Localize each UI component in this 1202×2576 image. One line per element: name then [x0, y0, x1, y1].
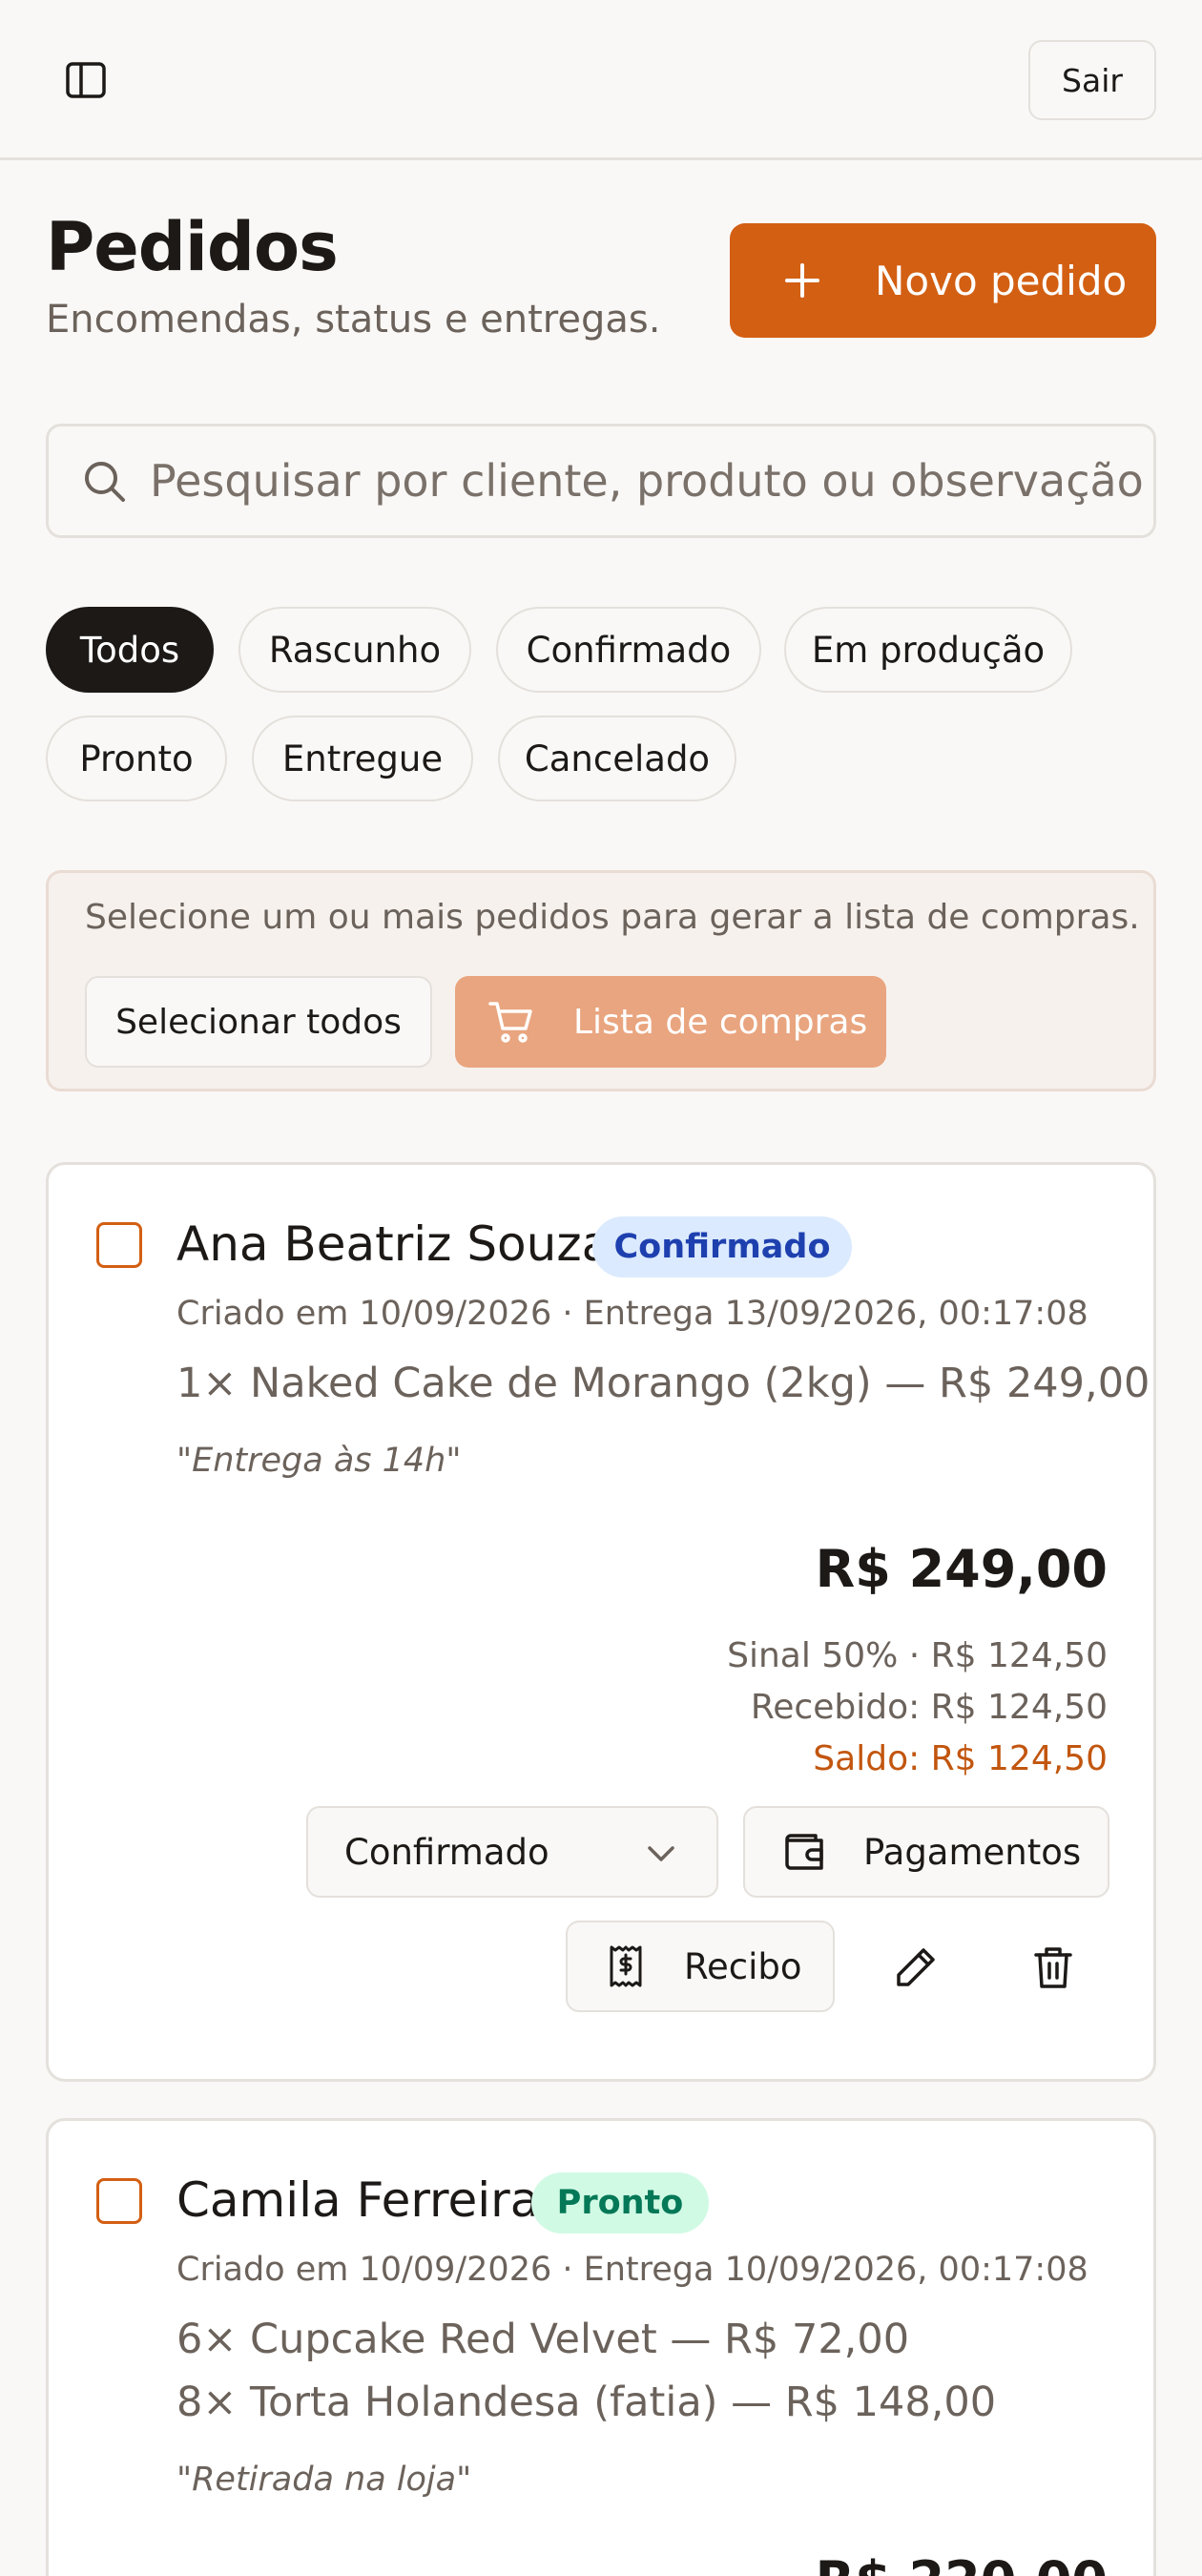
status-select[interactable]: Confirmado	[306, 1806, 718, 1898]
order-select-checkbox[interactable]	[96, 2178, 142, 2224]
pencil-icon	[897, 1948, 935, 1986]
receipt-label: Recibo	[684, 1945, 802, 1987]
filter-chip-pronto[interactable]: Pronto	[46, 716, 227, 801]
receipt-button[interactable]: Recibo	[566, 1921, 835, 2012]
payments-button[interactable]: Pagamentos	[743, 1806, 1109, 1898]
sidebar-toggle-button[interactable]	[55, 52, 116, 109]
payments-label: Pagamentos	[863, 1831, 1082, 1873]
edit-button[interactable]	[882, 1934, 949, 2001]
order-meta: Criado em 10/09/2026 · Entrega 13/09/202…	[176, 1295, 1088, 1333]
new-order-label: Novo pedido	[875, 257, 1128, 304]
shopping-cart-icon	[488, 1002, 532, 1043]
wallet-icon	[785, 1834, 823, 1870]
receipt-icon	[610, 1945, 642, 1987]
order-card: Ana Beatriz Souza Confirmado Criado em 1…	[46, 1162, 1156, 2082]
order-note: "Retirada na loja"	[176, 2461, 472, 2499]
order-item: 1× Naked Cake de Morango (2kg) — R$ 249,…	[176, 1360, 1150, 1407]
select-all-button[interactable]: Selecionar todos	[85, 976, 432, 1068]
search-box	[46, 424, 1156, 538]
filter-chip-em-producao[interactable]: Em produção	[784, 607, 1072, 693]
filter-chip-entregue[interactable]: Entregue	[252, 716, 473, 801]
order-note: "Entrega às 14h"	[176, 1442, 462, 1480]
filter-chip-todos[interactable]: Todos	[46, 607, 214, 693]
order-total: R$ 249,00	[815, 1539, 1108, 1599]
filter-chip-confirmado[interactable]: Confirmado	[496, 607, 761, 693]
status-badge: Pronto	[531, 2172, 709, 2233]
logout-button[interactable]: Sair	[1028, 40, 1156, 120]
chevron-down-icon	[648, 1846, 674, 1861]
filter-chip-rascunho[interactable]: Rascunho	[238, 607, 471, 693]
status-badge: Confirmado	[592, 1216, 852, 1278]
page-subtitle: Encomendas, status e entregas.	[46, 298, 661, 342]
search-icon	[85, 462, 125, 502]
customer-name: Ana Beatriz Souza	[176, 1216, 611, 1272]
shopping-list-panel: Selecione um ou mais pedidos para gerar …	[46, 870, 1156, 1091]
plus-icon	[783, 261, 821, 300]
order-meta: Criado em 10/09/2026 · Entrega 10/09/202…	[176, 2251, 1088, 2289]
order-card: Camila Ferreira Pronto Criado em 10/09/2…	[46, 2118, 1156, 2576]
selection-hint: Selecione um ou mais pedidos para gerar …	[85, 898, 1140, 937]
balance-info: Saldo: R$ 124,50	[813, 1739, 1108, 1778]
top-bar: Sair	[0, 0, 1202, 160]
page-title: Pedidos	[46, 208, 339, 286]
order-select-checkbox[interactable]	[96, 1222, 142, 1268]
trash-icon	[1034, 1947, 1072, 1988]
order-item: 8× Torta Holandesa (fatia) — R$ 148,00	[176, 2379, 997, 2426]
customer-name: Camila Ferreira	[176, 2172, 540, 2228]
new-order-button[interactable]: Novo pedido	[730, 223, 1156, 338]
sidebar-panel-icon	[66, 62, 106, 98]
order-item: 6× Cupcake Red Velvet — R$ 72,00	[176, 2316, 910, 2363]
shopping-list-button[interactable]: Lista de compras	[455, 976, 886, 1068]
deposit-info: Sinal 50% · R$ 124,50	[727, 1636, 1108, 1675]
shopping-list-label: Lista de compras	[573, 1002, 868, 1042]
delete-button[interactable]	[1020, 1934, 1087, 2001]
status-select-value: Confirmado	[344, 1831, 549, 1873]
order-total: R$ 220,00	[816, 2550, 1108, 2576]
received-info: Recebido: R$ 124,50	[750, 1688, 1108, 1727]
search-input[interactable]	[150, 455, 1142, 507]
filter-chip-cancelado[interactable]: Cancelado	[498, 716, 736, 801]
